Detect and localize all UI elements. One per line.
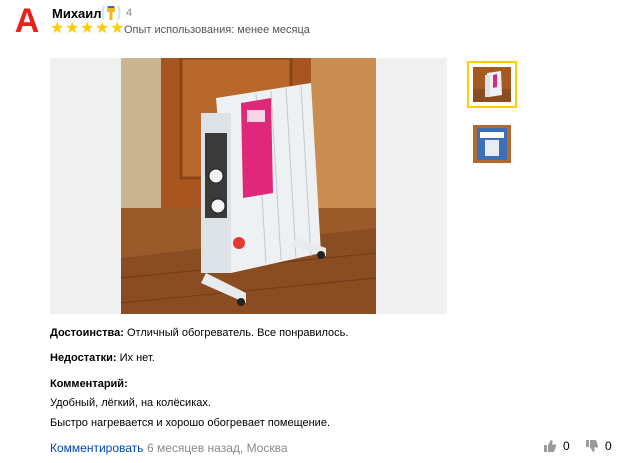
comment-link[interactable]: Комментировать — [50, 441, 143, 455]
rating-stars: ★ ★ ★ ★ ★ — [50, 20, 125, 37]
pros-section: Достоинства: Отличный обогреватель. Все … — [50, 327, 348, 339]
cons-text: Их нет. — [119, 352, 155, 364]
date-location: 6 месяцев назад, Москва — [147, 441, 288, 455]
review-card: A Михаил 4 ★ ★ ★ ★ ★ Опыт использования:… — [0, 0, 623, 463]
dislike-button[interactable]: 0 — [585, 439, 612, 453]
star-icon: ★ — [50, 20, 65, 37]
main-photo[interactable] — [50, 58, 447, 314]
thumbs-up-icon — [543, 439, 557, 453]
heater-photo — [121, 58, 376, 314]
dislike-count: 0 — [605, 439, 612, 453]
badge-count: 4 — [126, 7, 133, 19]
like-count: 0 — [563, 439, 570, 453]
cons-label: Недостатки: — [50, 352, 117, 364]
star-icon: ★ — [65, 20, 80, 37]
cons-section: Недостатки: Их нет. — [50, 352, 155, 364]
experience-text: Опыт использования: менее месяца — [124, 24, 310, 36]
thumbnail-2[interactable] — [473, 125, 511, 163]
star-icon: ★ — [95, 20, 110, 37]
pros-text: Отличный обогреватель. Все понравилось. — [127, 327, 349, 339]
thumbs-down-icon — [585, 439, 599, 453]
star-icon: ★ — [80, 20, 95, 37]
avatar[interactable]: A — [8, 2, 46, 40]
like-button[interactable]: 0 — [543, 439, 570, 453]
thumbnail-1[interactable] — [467, 61, 517, 108]
star-icon: ★ — [110, 20, 125, 37]
comment-text-line-1: Удобный, лёгкий, на колёсиках. — [50, 397, 211, 409]
author-name[interactable]: Михаил — [52, 6, 102, 21]
avatar-letter: A — [14, 2, 40, 40]
comment-label: Комментарий: — [50, 378, 128, 390]
comment-text-line-2: Быстро нагревается и хорошо обогревает п… — [50, 417, 331, 429]
pros-label: Достоинства: — [50, 327, 124, 339]
